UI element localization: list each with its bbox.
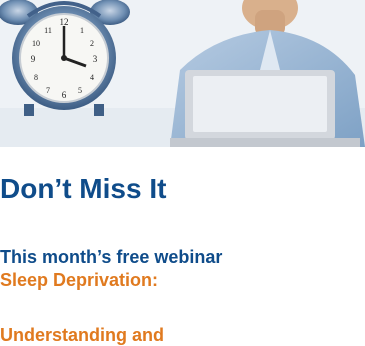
svg-text:9: 9 xyxy=(31,54,36,64)
webinar-topic-line-2: Understanding and xyxy=(0,325,165,345)
svg-text:11: 11 xyxy=(44,26,52,35)
hero-illustration: 12 3 6 9 1 2 4 5 7 8 10 11 xyxy=(0,0,365,147)
svg-text:6: 6 xyxy=(62,90,67,100)
svg-text:5: 5 xyxy=(78,86,82,95)
svg-text:10: 10 xyxy=(32,39,40,48)
svg-text:4: 4 xyxy=(90,73,94,82)
webinar-topic-line-1: Sleep Deprivation: xyxy=(0,270,159,290)
svg-text:12: 12 xyxy=(60,17,69,27)
svg-text:3: 3 xyxy=(93,54,98,64)
svg-text:2: 2 xyxy=(90,39,94,48)
promo-title: Don’t Miss It xyxy=(0,173,167,204)
promo-subtitle: This month’s free webinar xyxy=(0,247,223,267)
svg-text:1: 1 xyxy=(80,26,84,35)
svg-text:8: 8 xyxy=(34,73,38,82)
svg-text:7: 7 xyxy=(46,86,50,95)
webinar-promo: Don’t Miss It This month’s free webinar … xyxy=(0,147,365,345)
hero-image: 12 3 6 9 1 2 4 5 7 8 10 11 xyxy=(0,0,365,147)
